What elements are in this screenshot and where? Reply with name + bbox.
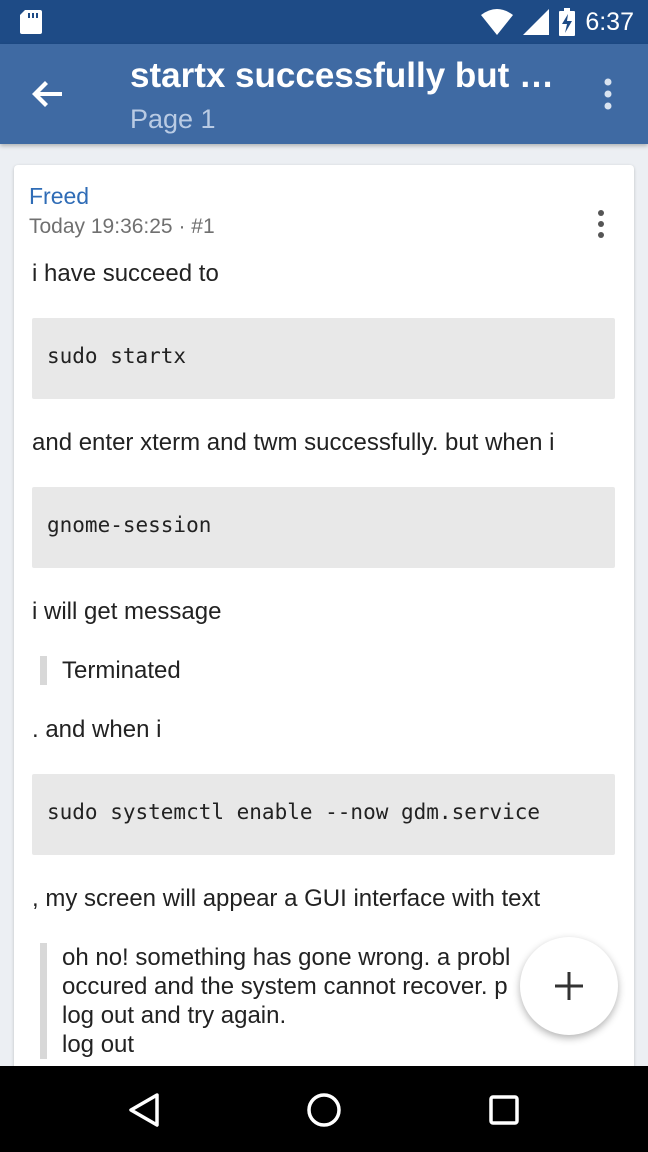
quote-text: log out and try again. — [62, 1002, 287, 1029]
code-block: sudo startx — [32, 318, 615, 399]
post-paragraph: i have succeed to — [32, 260, 219, 287]
post-paragraph: i will get message — [32, 598, 222, 625]
status-bar: 6:37 — [0, 0, 648, 44]
nav-home-icon[interactable] — [304, 1090, 344, 1130]
post-paragraph: and enter xterm and twm successfully. bu… — [32, 429, 555, 456]
app-bar: startx successfully but f… Page 1 — [0, 44, 648, 144]
wifi-icon — [481, 9, 514, 35]
quote-text: Terminated — [62, 657, 181, 684]
nav-recents-icon[interactable] — [484, 1090, 524, 1130]
reply-fab-button[interactable] — [520, 937, 618, 1035]
post-menu-icon[interactable] — [592, 209, 610, 239]
quote-text: oh no! something has gone wrong. a probl — [62, 944, 511, 971]
quote-text: log out — [62, 1031, 135, 1058]
blockquote: oh no! something has gone wrong. a probl… — [40, 943, 510, 1059]
code-text: sudo startx — [47, 344, 187, 368]
code-block: gnome-session — [32, 487, 615, 568]
signal-icon — [523, 9, 550, 35]
sd-card-icon — [20, 10, 42, 34]
back-arrow-icon[interactable] — [28, 74, 68, 114]
overflow-menu-icon[interactable] — [596, 74, 620, 114]
post-meta: Today 19:36:25 · #1 — [29, 215, 215, 238]
nav-back-icon[interactable] — [125, 1090, 165, 1130]
quote-text: occured and the system cannot recover. p — [62, 973, 508, 1000]
post-author[interactable]: Freed — [29, 183, 89, 210]
status-time: 6:37 — [585, 7, 634, 36]
code-text: gnome-session — [47, 513, 212, 537]
blockquote: Terminated — [40, 656, 181, 685]
plus-icon — [555, 972, 583, 1000]
code-text: sudo systemctl enable --now gdm.service — [47, 800, 541, 824]
code-block: sudo systemctl enable --now gdm.service — [32, 774, 615, 855]
page-subtitle: Page 1 — [130, 104, 216, 134]
post-paragraph: . and when i — [32, 716, 162, 743]
page-title: startx successfully but f… — [130, 56, 560, 95]
system-nav-bar — [0, 1066, 648, 1152]
battery-charging-icon — [559, 8, 576, 36]
post-paragraph: , my screen will appear a GUI interface … — [32, 885, 541, 912]
